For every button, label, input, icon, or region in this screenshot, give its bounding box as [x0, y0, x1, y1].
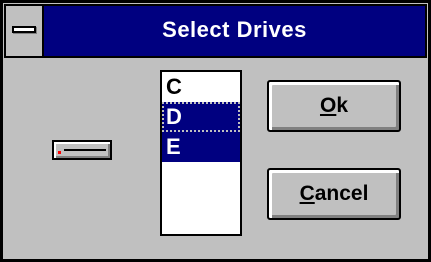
drive-listbox[interactable]: C D E — [160, 70, 242, 236]
list-item-drive-d[interactable]: D — [162, 102, 240, 132]
dialog-body: C D E Ok Cancel — [4, 58, 427, 258]
list-item-label: E — [166, 134, 181, 159]
list-item-drive-e[interactable]: E — [162, 132, 240, 162]
disk-drive-icon — [52, 140, 112, 160]
system-menu-button[interactable] — [6, 6, 44, 56]
select-drives-dialog: Select Drives C D E Ok Cancel — [0, 0, 431, 262]
list-item-label: C — [166, 74, 182, 99]
ok-label-rest: k — [336, 94, 349, 117]
title-bar[interactable]: Select Drives — [4, 4, 427, 58]
drive-slot — [64, 149, 106, 151]
list-item-drive-c[interactable]: C — [162, 72, 240, 102]
window-title: Select Drives — [162, 17, 307, 42]
drive-led — [58, 151, 61, 154]
system-menu-icon — [12, 26, 36, 33]
cancel-button[interactable]: Cancel — [267, 168, 401, 220]
cancel-label-rest: ancel — [314, 182, 369, 205]
ok-mnemonic: O — [319, 94, 337, 117]
cancel-mnemonic: C — [299, 182, 315, 205]
list-item-label: D — [166, 104, 182, 129]
ok-button[interactable]: Ok — [267, 80, 401, 132]
